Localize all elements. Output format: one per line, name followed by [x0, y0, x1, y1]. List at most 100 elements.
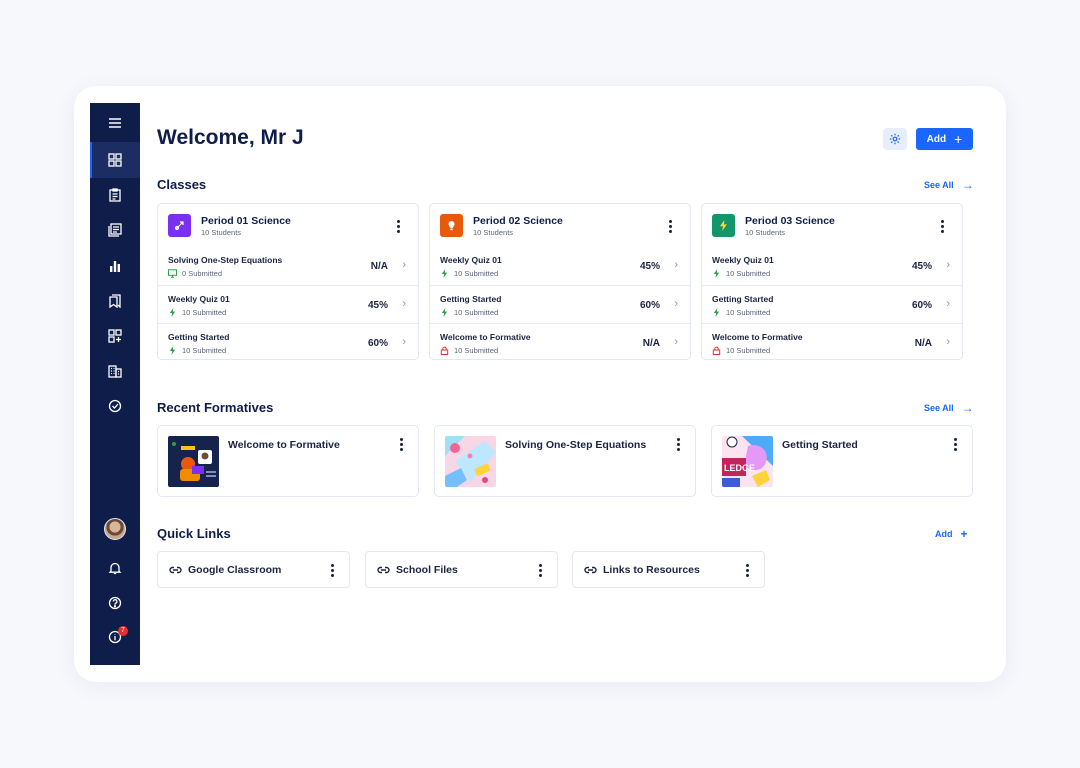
- submission-status: 10 Submitted: [440, 346, 498, 355]
- bolt-icon: [712, 269, 721, 278]
- more-options-icon[interactable]: [950, 438, 960, 451]
- more-options-icon[interactable]: [937, 220, 947, 233]
- formative-title: Welcome to Formative: [228, 439, 340, 451]
- quick-link-label: Links to Resources: [603, 564, 700, 576]
- assignment-title: Welcome to Formative: [440, 332, 531, 342]
- more-options-icon[interactable]: [535, 564, 545, 577]
- quick-links-add-link[interactable]: Add +: [935, 527, 968, 541]
- quick-link-card[interactable]: Links to Resources: [572, 551, 765, 588]
- class-student-count: 10 Students: [745, 228, 786, 237]
- more-options-icon[interactable]: [673, 438, 683, 451]
- link-icon: [169, 566, 182, 574]
- chevron-right-icon[interactable]: ›: [402, 336, 406, 348]
- submission-status: 10 Submitted: [440, 269, 498, 278]
- library-icon[interactable]: [90, 212, 140, 248]
- monitor-icon: [168, 269, 177, 278]
- clipboard-icon[interactable]: [90, 177, 140, 213]
- more-options-icon[interactable]: [327, 564, 337, 577]
- chevron-right-icon[interactable]: ›: [402, 298, 406, 310]
- bolt-icon: [712, 308, 721, 317]
- chevron-right-icon[interactable]: ›: [674, 259, 678, 271]
- assignment-row[interactable]: Weekly Quiz 01 10 Submitted 45% ›: [158, 285, 418, 323]
- class-icon: [440, 214, 463, 237]
- assignment-score: 45%: [911, 261, 932, 272]
- more-options-icon[interactable]: [393, 220, 403, 233]
- see-all-label: See All: [924, 180, 954, 190]
- page-title: Welcome, Mr J: [157, 126, 304, 149]
- assignment-score: N/A: [642, 338, 660, 349]
- settings-button[interactable]: [883, 128, 907, 150]
- chevron-right-icon[interactable]: ›: [946, 259, 950, 271]
- assignment-row[interactable]: Getting Started 10 Submitted 60% ›: [158, 323, 418, 361]
- class-name[interactable]: Period 02 Science: [473, 215, 563, 227]
- bookmarks-icon[interactable]: [90, 283, 140, 319]
- submission-status: 10 Submitted: [168, 308, 226, 317]
- quick-link-card[interactable]: Google Classroom: [157, 551, 350, 588]
- dashboard-icon[interactable]: [90, 142, 140, 178]
- assignment-score: 60%: [367, 338, 388, 349]
- recent-formatives-heading: Recent Formatives: [157, 400, 274, 415]
- link-icon: [377, 566, 390, 574]
- chevron-right-icon[interactable]: ›: [674, 298, 678, 310]
- assignment-score: N/A: [370, 261, 388, 272]
- check-badge-icon[interactable]: [90, 388, 140, 424]
- submission-status: 10 Submitted: [712, 269, 770, 278]
- class-name[interactable]: Period 03 Science: [745, 215, 835, 227]
- class-card[interactable]: Period 01 Science 10 Students Solving On…: [157, 203, 419, 360]
- formative-thumbnail: [168, 436, 219, 487]
- help-icon[interactable]: [90, 585, 140, 621]
- submission-count: 10 Submitted: [726, 308, 771, 317]
- submission-count: 10 Submitted: [726, 269, 771, 278]
- assignment-score: 60%: [911, 300, 932, 311]
- assignment-row[interactable]: Weekly Quiz 01 10 Submitted 45% ›: [430, 247, 690, 285]
- more-options-icon[interactable]: [396, 438, 406, 451]
- assignment-score: N/A: [914, 338, 932, 349]
- arrow-right-icon: →: [961, 178, 974, 192]
- reports-icon[interactable]: [90, 248, 140, 284]
- plus-icon: +: [954, 131, 963, 147]
- bolt-icon: [440, 308, 449, 317]
- quick-link-card[interactable]: School Files: [365, 551, 558, 588]
- assignment-score: 45%: [639, 261, 660, 272]
- submission-count: 10 Submitted: [454, 346, 499, 355]
- class-card[interactable]: Period 02 Science 10 Students Weekly Qui…: [429, 203, 691, 360]
- class-icon: [712, 214, 735, 237]
- assignment-row[interactable]: Getting Started 10 Submitted 60% ›: [430, 285, 690, 323]
- assignment-row[interactable]: Getting Started 10 Submitted 60% ›: [702, 285, 962, 323]
- submission-count: 10 Submitted: [454, 269, 499, 278]
- chevron-right-icon[interactable]: ›: [946, 298, 950, 310]
- school-icon[interactable]: [90, 353, 140, 389]
- classes-see-all-link[interactable]: See All →: [924, 178, 974, 192]
- menu-icon[interactable]: [90, 105, 140, 141]
- more-options-icon[interactable]: [665, 220, 675, 233]
- assignment-title: Weekly Quiz 01: [168, 294, 230, 304]
- notification-badge: 7: [118, 626, 128, 636]
- class-name[interactable]: Period 01 Science: [201, 215, 291, 227]
- assignment-title: Weekly Quiz 01: [440, 255, 502, 265]
- arrow-right-icon: →: [961, 401, 974, 415]
- formative-card[interactable]: Solving One-Step Equations: [434, 425, 696, 497]
- chevron-right-icon[interactable]: ›: [946, 336, 950, 348]
- bell-icon[interactable]: [90, 550, 140, 586]
- assignment-row[interactable]: Solving One-Step Equations 0 Submitted N…: [158, 247, 418, 285]
- more-options-icon[interactable]: [742, 564, 752, 577]
- avatar[interactable]: [104, 518, 126, 540]
- class-card[interactable]: Period 03 Science 10 Students Weekly Qui…: [701, 203, 963, 360]
- formative-card[interactable]: Welcome to Formative: [157, 425, 419, 497]
- chevron-right-icon[interactable]: ›: [402, 259, 406, 271]
- quick-links-heading: Quick Links: [157, 526, 231, 541]
- assignment-row[interactable]: Weekly Quiz 01 10 Submitted 45% ›: [702, 247, 962, 285]
- classes-heading: Classes: [157, 177, 207, 192]
- add-apps-icon[interactable]: [90, 318, 140, 354]
- assignment-title: Solving One-Step Equations: [168, 255, 283, 265]
- app-frame: [74, 86, 1006, 682]
- recent-see-all-link[interactable]: See All →: [924, 401, 974, 415]
- info-icon[interactable]: 7: [90, 619, 140, 655]
- add-button[interactable]: Add +: [916, 128, 973, 150]
- assignment-row[interactable]: Welcome to Formative 10 Submitted N/A ›: [702, 323, 962, 361]
- assignment-row[interactable]: Welcome to Formative 10 Submitted N/A ›: [430, 323, 690, 361]
- assignment-title: Welcome to Formative: [712, 332, 803, 342]
- formative-card[interactable]: LEDGE Getting Started: [711, 425, 973, 497]
- chevron-right-icon[interactable]: ›: [674, 336, 678, 348]
- submission-count: 10 Submitted: [726, 346, 771, 355]
